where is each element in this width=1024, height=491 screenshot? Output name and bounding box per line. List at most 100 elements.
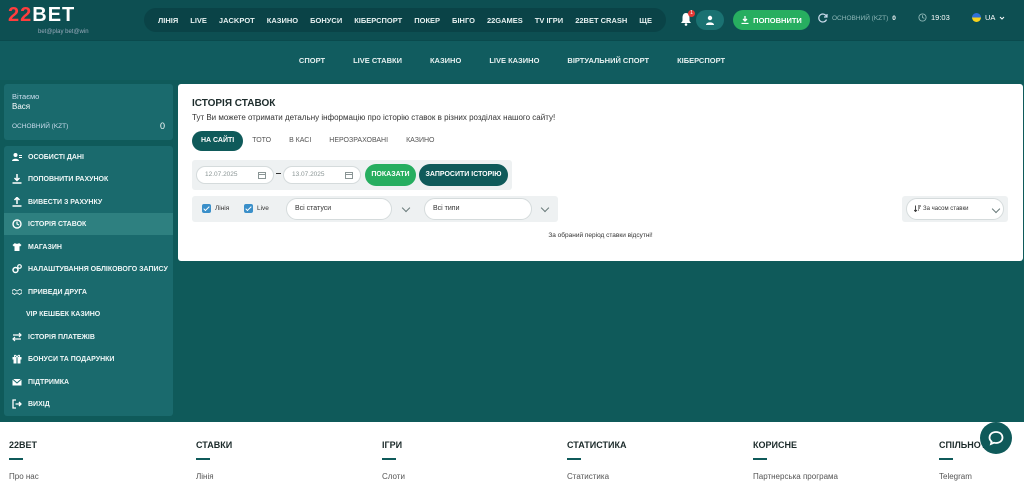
- checkbox-checked[interactable]: [202, 204, 211, 213]
- tab-on-site[interactable]: НА САЙТІ: [192, 131, 244, 151]
- balance-label: ОСНОВНИЙ (KZT): [832, 14, 889, 22]
- subnav-esports[interactable]: КІБЕРСПОРТ: [677, 56, 725, 65]
- page-title: ІСТОРІЯ СТАВОК: [192, 98, 276, 109]
- footer-divider: [9, 458, 23, 460]
- footer-divider: [196, 458, 210, 460]
- checkbox-live[interactable]: Live: [244, 204, 269, 213]
- language-selector[interactable]: UA: [972, 13, 1005, 22]
- menu-logout[interactable]: ВИХІД: [4, 393, 173, 415]
- status-select[interactable]: Всі статуси: [286, 198, 392, 220]
- nav-item-live[interactable]: LIVE: [190, 16, 207, 25]
- refresh-icon[interactable]: [818, 13, 828, 23]
- nav-item-22games[interactable]: 22GAMES: [487, 16, 523, 25]
- gears-icon: [12, 264, 22, 274]
- menu-shop[interactable]: МАГАЗИН: [4, 236, 173, 258]
- logo[interactable]: 22BET bet@play bet@win: [8, 4, 100, 36]
- secondary-nav: СПОРТ LIVE СТАВКИ КАЗИНО LIVE КАЗИНО ВІР…: [0, 40, 1024, 80]
- tab-toto[interactable]: ТОТО: [243, 131, 280, 151]
- request-history-button[interactable]: ЗАПРОСИТИ ІСТОРІЮ: [419, 164, 508, 186]
- checkbox-line[interactable]: Лінія: [202, 204, 229, 213]
- menu-account-settings[interactable]: НАЛАШТУВАННЯ ОБЛІКОВОГО ЗАПИСУ: [4, 258, 173, 280]
- footer-link[interactable]: Про нас: [9, 472, 39, 481]
- account-label: ОСНОВНИЙ (KZT): [12, 123, 69, 130]
- menu-label: НАЛАШТУВАННЯ ОБЛІКОВОГО ЗАПИСУ: [28, 265, 168, 273]
- footer-col-bets: СТАВКИ Лінія: [196, 440, 232, 481]
- footer-link[interactable]: Партнерська програма: [753, 472, 838, 481]
- menu-label: МАГАЗИН: [28, 243, 62, 251]
- footer: 22BET Про нас СТАВКИ Лінія ІГРИ Слоти СТ…: [0, 422, 1024, 491]
- chevron-down-icon: [1000, 16, 1005, 20]
- live-chat-button[interactable]: [980, 422, 1012, 454]
- menu-withdraw[interactable]: ВИВЕСТИ З РАХУНКУ: [4, 191, 173, 213]
- chevron-down-icon[interactable]: [540, 203, 550, 213]
- subnav-virtual-sport[interactable]: ВІРТУАЛЬНИЙ СПОРТ: [567, 56, 649, 65]
- subnav-sport[interactable]: СПОРТ: [299, 56, 325, 65]
- menu-vip-cashback[interactable]: VIP КЕШБЕК КАЗИНО: [4, 303, 173, 325]
- tab-cashdesk[interactable]: В КАСІ: [280, 131, 320, 151]
- menu-personal-data[interactable]: ОСОБИСТІ ДАНІ: [4, 146, 173, 168]
- username: Вася: [12, 102, 31, 111]
- date-to-value: 13.07.2025: [292, 171, 325, 178]
- account-menu: ОСОБИСТІ ДАНІ ПОПОВНИТИ РАХУНОК ВИВЕСТИ …: [4, 146, 173, 416]
- footer-link[interactable]: Статистика: [567, 472, 626, 481]
- date-from-input[interactable]: 12.07.2025: [196, 166, 274, 184]
- menu-label: ІСТОРІЯ ПЛАТЕЖІВ: [28, 333, 95, 341]
- empty-state-message: За обраний період ставки відсутні!: [548, 232, 653, 239]
- subnav-live-bets[interactable]: LIVE СТАВКИ: [353, 56, 402, 65]
- nav-item-casino[interactable]: КАЗИНО: [267, 16, 298, 25]
- user-icon: [706, 15, 714, 25]
- sort-select[interactable]: За часом ставки: [906, 198, 1004, 220]
- menu-deposit[interactable]: ПОПОВНИТИ РАХУНОК: [4, 168, 173, 190]
- nav-item-tv-games[interactable]: TV ІГРИ: [535, 16, 563, 25]
- chevron-down-icon[interactable]: [401, 203, 411, 213]
- footer-link[interactable]: Слоти: [382, 472, 405, 481]
- menu-label: ВИВЕСТИ З РАХУНКУ: [28, 198, 103, 206]
- gift-icon: [12, 354, 22, 364]
- page-description: Тут Ви можете отримати детальну інформац…: [192, 113, 556, 122]
- type-select[interactable]: Всі типи: [424, 198, 532, 220]
- nav-item-crash[interactable]: 22BET CRASH: [575, 16, 627, 25]
- subnav-casino[interactable]: КАЗИНО: [430, 56, 461, 65]
- nav-item-bonuses[interactable]: БОНУСИ: [310, 16, 342, 25]
- footer-link[interactable]: Telegram: [939, 472, 992, 481]
- tab-casino[interactable]: КАЗИНО: [397, 131, 443, 151]
- menu-payment-history[interactable]: ІСТОРІЯ ПЛАТЕЖІВ: [4, 326, 173, 348]
- menu-label: ПІДТРИМКА: [28, 378, 70, 386]
- menu-support[interactable]: ПІДТРИМКА: [4, 371, 173, 393]
- history-tabs: НА САЙТІ ТОТО В КАСІ НЕРОЗРАХОВАНІ КАЗИН…: [192, 131, 444, 151]
- logo-tagline: bet@play bet@win: [38, 29, 89, 35]
- menu-bet-history[interactable]: ІСТОРІЯ СТАВОК: [4, 213, 173, 235]
- menu-bonuses-gifts[interactable]: БОНУСИ ТА ПОДАРУНКИ: [4, 348, 173, 370]
- footer-col-statistics: СТАТИСТИКА Статистика: [567, 440, 626, 481]
- nav-item-poker[interactable]: ПОКЕР: [414, 16, 440, 25]
- footer-col-useful: КОРИСНЕ Партнерська програма: [753, 440, 838, 481]
- date-to-input[interactable]: 13.07.2025: [283, 166, 361, 184]
- shirt-icon: [12, 243, 22, 251]
- menu-label: VIP КЕШБЕК КАЗИНО: [26, 310, 101, 318]
- clock: 19:03: [918, 13, 950, 22]
- footer-col-22bet: 22BET Про нас: [9, 440, 39, 481]
- nav-item-line[interactable]: ЛІНІЯ: [158, 16, 178, 25]
- deposit-button[interactable]: ПОПОВНИТИ: [733, 10, 810, 30]
- nav-item-bingo[interactable]: БІНГО: [452, 16, 475, 25]
- footer-divider: [939, 458, 953, 460]
- subnav-live-casino[interactable]: LIVE КАЗИНО: [489, 56, 539, 65]
- nav-item-esports[interactable]: КІБЕРСПОРТ: [354, 16, 402, 25]
- bet-history-panel: ІСТОРІЯ СТАВОК Тут Ви можете отримати де…: [178, 84, 1023, 261]
- nav-item-more[interactable]: ЩЕ: [639, 16, 652, 25]
- footer-link[interactable]: Лінія: [196, 472, 232, 481]
- show-button[interactable]: ПОКАЗАТИ: [365, 164, 416, 186]
- balance-display[interactable]: ОСНОВНИЙ (KZT) 0: [818, 13, 896, 23]
- user-profile-button[interactable]: [696, 10, 724, 30]
- main-nav: ЛІНІЯ LIVE JACKPOT КАЗИНО БОНУСИ КІБЕРСП…: [144, 8, 666, 32]
- menu-refer-friend[interactable]: ПРИВЕДИ ДРУГА: [4, 281, 173, 303]
- tab-unsettled[interactable]: НЕРОЗРАХОВАНІ: [320, 131, 397, 151]
- date-separator: [276, 173, 281, 174]
- menu-label: БОНУСИ ТА ПОДАРУНКИ: [28, 355, 115, 363]
- nav-item-jackpot[interactable]: JACKPOT: [219, 16, 255, 25]
- sort-filter: За часом ставки: [902, 196, 1008, 222]
- checkbox-label: Live: [257, 205, 269, 212]
- top-header: 22BET bet@play bet@win ЛІНІЯ LIVE JACKPO…: [0, 0, 1024, 40]
- checkbox-checked[interactable]: [244, 204, 253, 213]
- sort-select-value: За часом ставки: [923, 206, 969, 212]
